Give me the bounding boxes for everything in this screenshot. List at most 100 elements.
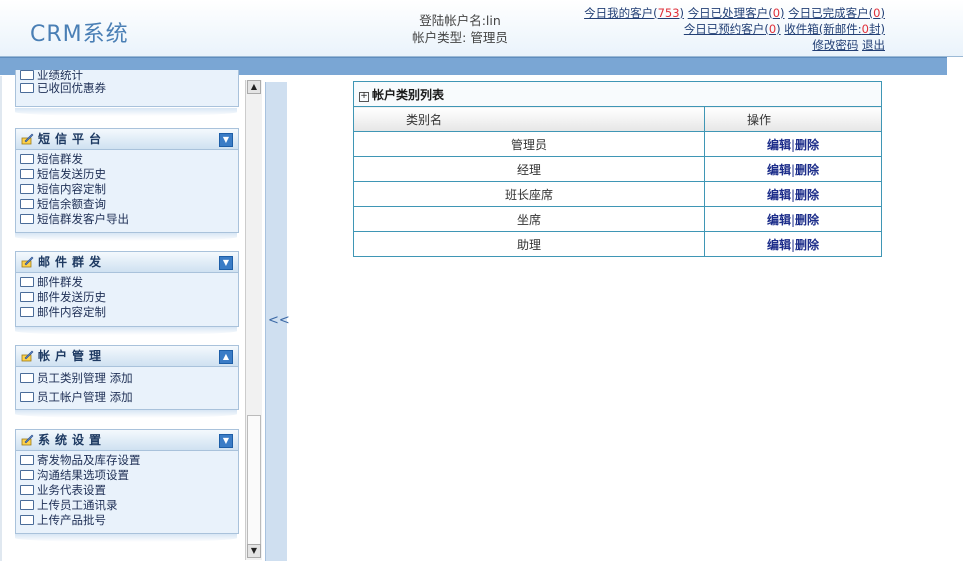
- menu-item[interactable]: 短信群发: [20, 152, 238, 167]
- folder-icon: [20, 277, 34, 287]
- menu-sms: 短信平台 ▼ 短信群发 短信发送历史 短信内容定制 短信余额查询 短信群发客户导…: [15, 128, 239, 233]
- menu-title-mail[interactable]: 邮件群发 ▼: [16, 252, 238, 273]
- edit-link[interactable]: 编辑: [767, 213, 791, 227]
- my-customers-link[interactable]: 今日我的客户(753): [584, 6, 684, 20]
- add-link[interactable]: 添加: [110, 371, 133, 385]
- menu-title-sms[interactable]: 短信平台 ▼: [16, 129, 238, 150]
- stats-panel: 今日我的客户(753) 今日已处理客户(0) 今日已完成客户(0) 今日已预约客…: [584, 5, 885, 53]
- menu-mail: 邮件群发 ▼ 邮件群发 邮件发送历史 邮件内容定制: [15, 251, 239, 327]
- menu-item[interactable]: 业务代表设置: [20, 483, 238, 498]
- app-title: CRM系统: [30, 22, 129, 47]
- add-link[interactable]: 添加: [110, 390, 133, 404]
- pencil-icon: [21, 434, 34, 446]
- scroll-thumb[interactable]: [247, 415, 261, 545]
- table-row: 班长座席 编辑|删除: [353, 181, 882, 207]
- folder-icon: [20, 373, 34, 383]
- menu-system: 系统设置 ▼ 寄发物品及库存设置 沟通结果选项设置 业务代表设置 上传员工通讯录…: [15, 429, 239, 534]
- row-actions: 编辑|删除: [704, 131, 882, 157]
- scroll-down-icon[interactable]: ▼: [247, 544, 261, 558]
- folder-icon: [20, 70, 34, 80]
- edit-link[interactable]: 编辑: [767, 238, 791, 252]
- folder-icon: [20, 307, 34, 317]
- folder-icon: [20, 470, 34, 480]
- scroll-up-icon[interactable]: ▲: [247, 80, 261, 94]
- row-actions: 编辑|删除: [704, 181, 882, 207]
- delete-link[interactable]: 删除: [795, 188, 819, 202]
- row-actions: 编辑|删除: [704, 156, 882, 182]
- menu-title-account[interactable]: 帐户管理 ▲: [16, 346, 238, 367]
- table-row: 管理员 编辑|删除: [353, 131, 882, 157]
- menu-item[interactable]: 业绩统计: [20, 70, 238, 81]
- type-name: 坐席: [353, 206, 705, 232]
- collapse-icon[interactable]: ▼: [219, 133, 233, 147]
- menu-item[interactable]: 邮件内容定制: [20, 305, 238, 320]
- left-sidebar: 业绩统计 已收回优惠券 短信平台 ▼ 短信群发 短信发送历史 短信内容定制 短信…: [0, 70, 266, 561]
- type-name: 助理: [353, 231, 705, 257]
- handled-customers-link[interactable]: 今日已处理客户(0): [688, 6, 785, 20]
- menu-item[interactable]: 员工类别管理 添加: [20, 371, 238, 390]
- sidebar-scrollbar[interactable]: ▲ ▼: [245, 80, 262, 560]
- menu-item-label: 员工类别管理: [37, 371, 106, 385]
- edit-link[interactable]: 编辑: [767, 163, 791, 177]
- folder-icon: [20, 485, 34, 495]
- header: CRM系统 登陆帐户名:lin 帐户类型: 管理员 今日我的客户(753) 今日…: [0, 0, 963, 57]
- menu-partial: 业绩统计 已收回优惠券: [15, 70, 239, 107]
- folder-icon: [20, 515, 34, 525]
- menu-item[interactable]: 寄发物品及库存设置: [20, 453, 238, 468]
- folder-icon: [20, 214, 34, 224]
- edit-link[interactable]: 编辑: [767, 138, 791, 152]
- edit-link[interactable]: 编辑: [767, 188, 791, 202]
- login-type: 帐户类型: 管理员: [412, 30, 508, 45]
- folder-icon: [20, 455, 34, 465]
- reserved-customers-link[interactable]: 今日已预约客户(0): [684, 22, 781, 36]
- menu-item[interactable]: 短信发送历史: [20, 167, 238, 182]
- menu-item[interactable]: 邮件群发: [20, 275, 238, 290]
- table-row: 坐席 编辑|删除: [353, 206, 882, 232]
- menu-item[interactable]: 上传员工通讯录: [20, 498, 238, 513]
- collapse-sidebar-icon[interactable]: <<: [268, 313, 290, 328]
- pencil-icon: [21, 350, 34, 362]
- menu-item[interactable]: 员工帐户管理 添加: [20, 390, 238, 409]
- folder-icon: [20, 392, 34, 402]
- menu-account: 帐户管理 ▲ 员工类别管理 添加 员工帐户管理 添加: [15, 345, 239, 410]
- menu-item[interactable]: 邮件发送历史: [20, 290, 238, 305]
- row-actions: 编辑|删除: [704, 231, 882, 257]
- menu-item[interactable]: 短信内容定制: [20, 182, 238, 197]
- pencil-icon: [21, 133, 34, 145]
- login-user: 登陆帐户名:lin: [419, 13, 501, 28]
- logout-link[interactable]: 退出: [862, 38, 885, 52]
- menu-title-system[interactable]: 系统设置 ▼: [16, 430, 238, 451]
- table-row: 助理 编辑|删除: [353, 231, 882, 257]
- change-password-link[interactable]: 修改密码: [812, 38, 858, 52]
- pencil-icon: [21, 256, 34, 268]
- expand-icon[interactable]: ▲: [219, 350, 233, 364]
- column-header-name: 类别名: [353, 106, 705, 132]
- folder-icon: [20, 199, 34, 209]
- login-info: 登陆帐户名:lin 帐户类型: 管理员: [380, 12, 540, 46]
- folder-icon: [20, 500, 34, 510]
- collapse-icon[interactable]: ▼: [219, 256, 233, 270]
- type-name: 班长座席: [353, 181, 705, 207]
- menu-item[interactable]: 沟通结果选项设置: [20, 468, 238, 483]
- menu-item[interactable]: 短信余额查询: [20, 197, 238, 212]
- account-type-table: + 帐户类别列表 类别名 操作 管理员 编辑|删除 经理 编辑|删除 班长座席 编…: [353, 81, 882, 257]
- delete-link[interactable]: 删除: [795, 213, 819, 227]
- expand-icon[interactable]: +: [359, 91, 369, 102]
- column-header-ops: 操作: [704, 106, 882, 132]
- type-name: 经理: [353, 156, 705, 182]
- menu-item[interactable]: 短信群发客户导出: [20, 212, 238, 227]
- delete-link[interactable]: 删除: [795, 163, 819, 177]
- delete-link[interactable]: 删除: [795, 138, 819, 152]
- menu-item[interactable]: 上传产品批号: [20, 513, 238, 528]
- folder-icon: [20, 83, 34, 93]
- menu-item[interactable]: 已收回优惠券: [20, 81, 238, 96]
- delete-link[interactable]: 删除: [795, 238, 819, 252]
- collapse-icon[interactable]: ▼: [219, 434, 233, 448]
- folder-icon: [20, 169, 34, 179]
- completed-customers-link[interactable]: 今日已完成客户(0): [788, 6, 885, 20]
- type-name: 管理员: [353, 131, 705, 157]
- inbox-link[interactable]: 收件箱(新邮件:0封): [784, 22, 885, 36]
- sidebar-toggle[interactable]: <<: [265, 82, 290, 561]
- row-actions: 编辑|删除: [704, 206, 882, 232]
- menu-item-label: 员工帐户管理: [37, 390, 106, 404]
